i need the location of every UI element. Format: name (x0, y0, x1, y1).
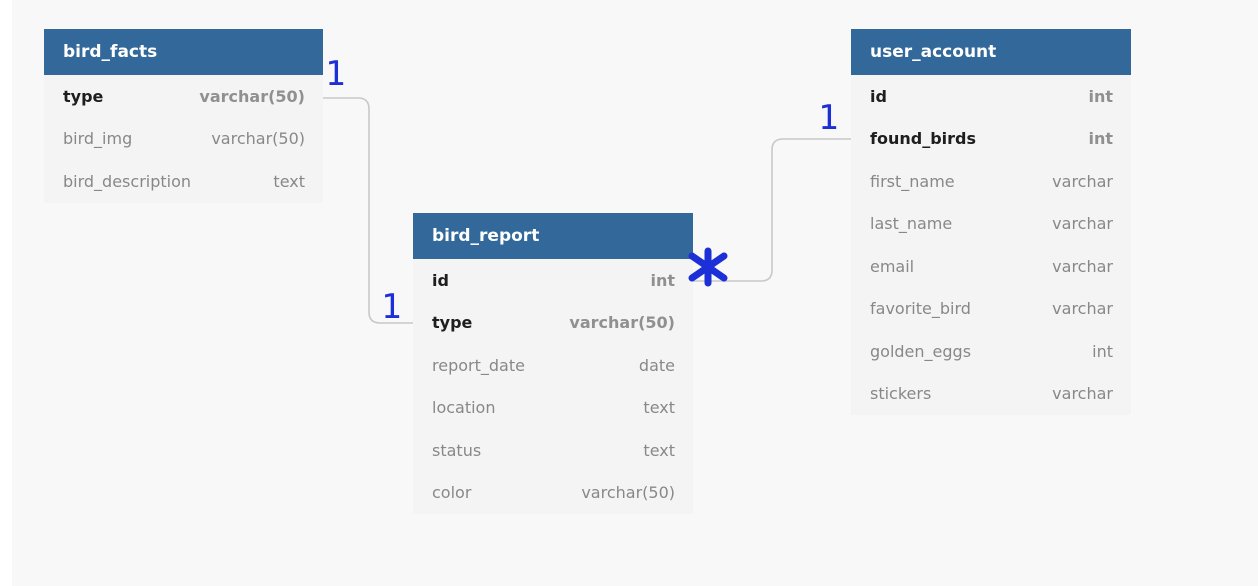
table-row[interactable]: bird_description text (44, 160, 323, 203)
column-type: varchar(50) (569, 313, 675, 333)
table-title[interactable]: user_account (851, 29, 1131, 75)
column-name: bird_img (63, 129, 133, 149)
column-type: int (1088, 129, 1113, 149)
table-user-account[interactable]: user_account id int found_birds int firs… (851, 29, 1131, 415)
cardinality-one-report: 1 (381, 287, 402, 327)
table-row[interactable]: color varchar(50) (413, 472, 693, 515)
table-row[interactable]: golden_eggs int (851, 330, 1131, 373)
column-type: varchar (1052, 384, 1113, 404)
table-row[interactable]: found_birds int (851, 118, 1131, 161)
column-name: bird_description (63, 171, 192, 191)
column-type: varchar (1052, 214, 1113, 234)
column-type: varchar(50) (211, 129, 305, 149)
column-type: varchar (1052, 299, 1113, 319)
cardinality-one-facts: 1 (325, 54, 346, 94)
table-title[interactable]: bird_facts (44, 29, 323, 75)
column-type: int (650, 270, 675, 290)
table-row[interactable]: report_date date (413, 344, 693, 387)
column-type: varchar (1052, 171, 1113, 191)
column-name: id (870, 86, 887, 106)
column-name: type (63, 86, 104, 106)
column-name: email (870, 256, 915, 276)
column-type: date (638, 355, 675, 375)
table-row[interactable]: favorite_bird varchar (851, 288, 1131, 331)
column-type: text (273, 171, 305, 191)
column-name: status (432, 440, 482, 460)
table-row[interactable]: id int (413, 259, 693, 302)
table-row[interactable]: email varchar (851, 245, 1131, 288)
column-type: int (1088, 86, 1113, 106)
table-row[interactable]: location text (413, 387, 693, 430)
table-bird-facts[interactable]: bird_facts type varchar(50) bird_img var… (44, 29, 323, 203)
table-bird-report[interactable]: bird_report id int type varchar(50) repo… (413, 213, 693, 514)
table-row[interactable]: last_name varchar (851, 203, 1131, 246)
table-row[interactable]: first_name varchar (851, 160, 1131, 203)
cardinality-many-icon (688, 247, 728, 287)
column-name: first_name (870, 171, 955, 191)
column-type: varchar(50) (581, 483, 675, 503)
column-type: text (643, 398, 675, 418)
column-name: favorite_bird (870, 299, 971, 319)
column-name: color (432, 483, 472, 503)
table-row[interactable]: stickers varchar (851, 373, 1131, 416)
column-name: stickers (870, 384, 932, 404)
column-name: report_date (432, 355, 525, 375)
column-name: location (432, 398, 496, 418)
table-row[interactable]: type varchar(50) (44, 75, 323, 118)
column-name: golden_eggs (870, 341, 972, 361)
table-row[interactable]: type varchar(50) (413, 302, 693, 345)
column-type: text (643, 440, 675, 460)
table-row[interactable]: id int (851, 75, 1131, 118)
column-type: varchar(50) (199, 86, 305, 106)
column-name: found_birds (870, 129, 976, 149)
column-type: varchar (1052, 256, 1113, 276)
table-title[interactable]: bird_report (413, 213, 693, 259)
column-name: id (432, 270, 449, 290)
table-row[interactable]: status text (413, 429, 693, 472)
column-type: int (1092, 341, 1113, 361)
column-name: last_name (870, 214, 953, 234)
column-name: type (432, 313, 473, 333)
table-row[interactable]: bird_img varchar(50) (44, 118, 323, 161)
cardinality-one-account: 1 (818, 98, 839, 138)
